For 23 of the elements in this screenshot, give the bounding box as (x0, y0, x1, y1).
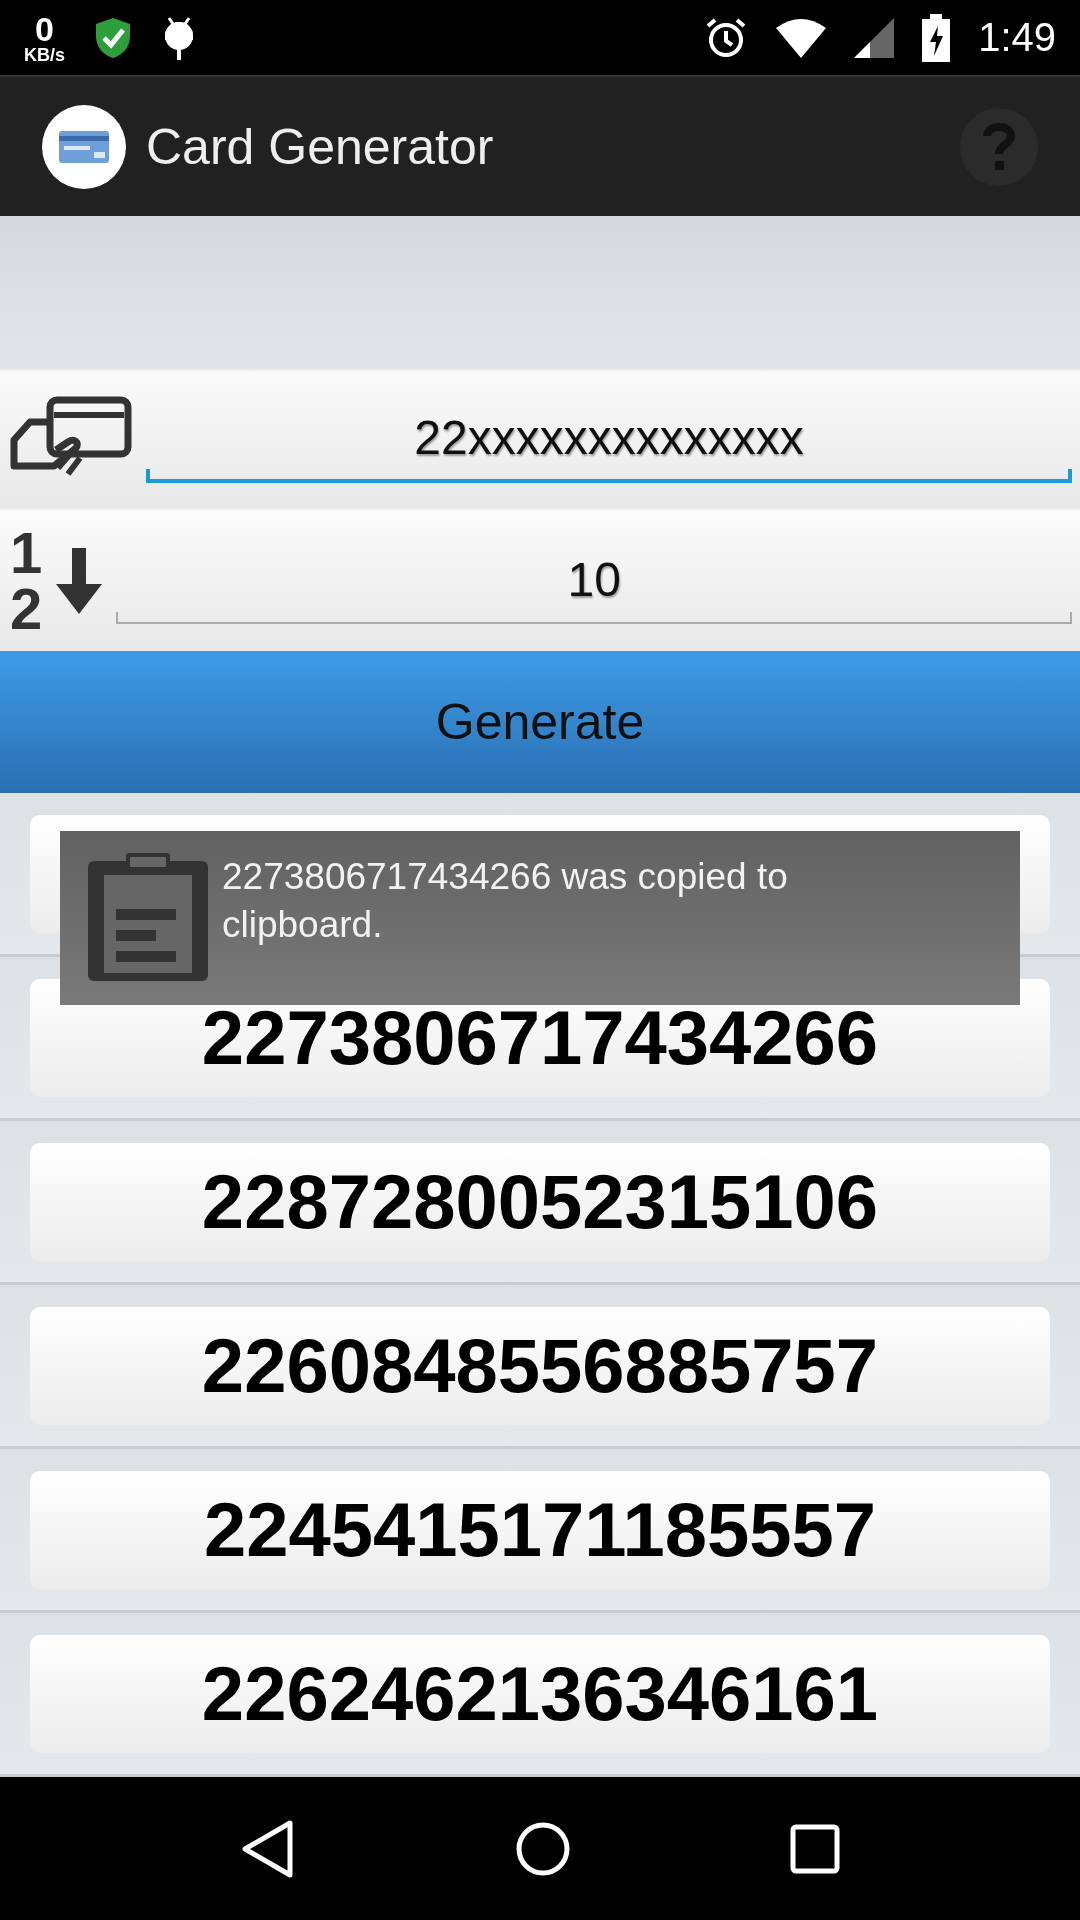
sort-digit: 2 (10, 580, 43, 636)
back-button[interactable] (239, 1818, 296, 1879)
network-speed-unit: KB/s (24, 45, 65, 64)
toast-text: 2273806717434266 was copied to clipboard. (222, 855, 789, 948)
recent-apps-button[interactable] (790, 1823, 841, 1874)
help-icon (982, 121, 1016, 172)
clock-time: 1:49 (978, 15, 1056, 61)
generate-button[interactable]: Generate (0, 651, 1080, 794)
down-arrow-icon (56, 547, 103, 614)
shield-icon (93, 15, 133, 60)
count-field[interactable]: 10 (116, 537, 1072, 624)
card-number-item[interactable]: 2262462136346161 (30, 1634, 1050, 1753)
sort-digit: 1 (10, 525, 43, 581)
card-number-item[interactable]: 2260848556885757 (30, 1306, 1050, 1425)
battery-charging-icon (922, 13, 951, 62)
card-number-item[interactable]: 2245415171185557 (30, 1470, 1050, 1589)
clipboard-icon (88, 853, 208, 982)
wifi-icon (776, 17, 827, 58)
app-title: Card Generator (146, 117, 495, 176)
home-button[interactable] (515, 1820, 571, 1877)
signal-icon (854, 17, 895, 58)
network-speed-value: 0 (35, 11, 54, 46)
card-number-item[interactable]: 2287280052315106 (30, 1142, 1050, 1261)
